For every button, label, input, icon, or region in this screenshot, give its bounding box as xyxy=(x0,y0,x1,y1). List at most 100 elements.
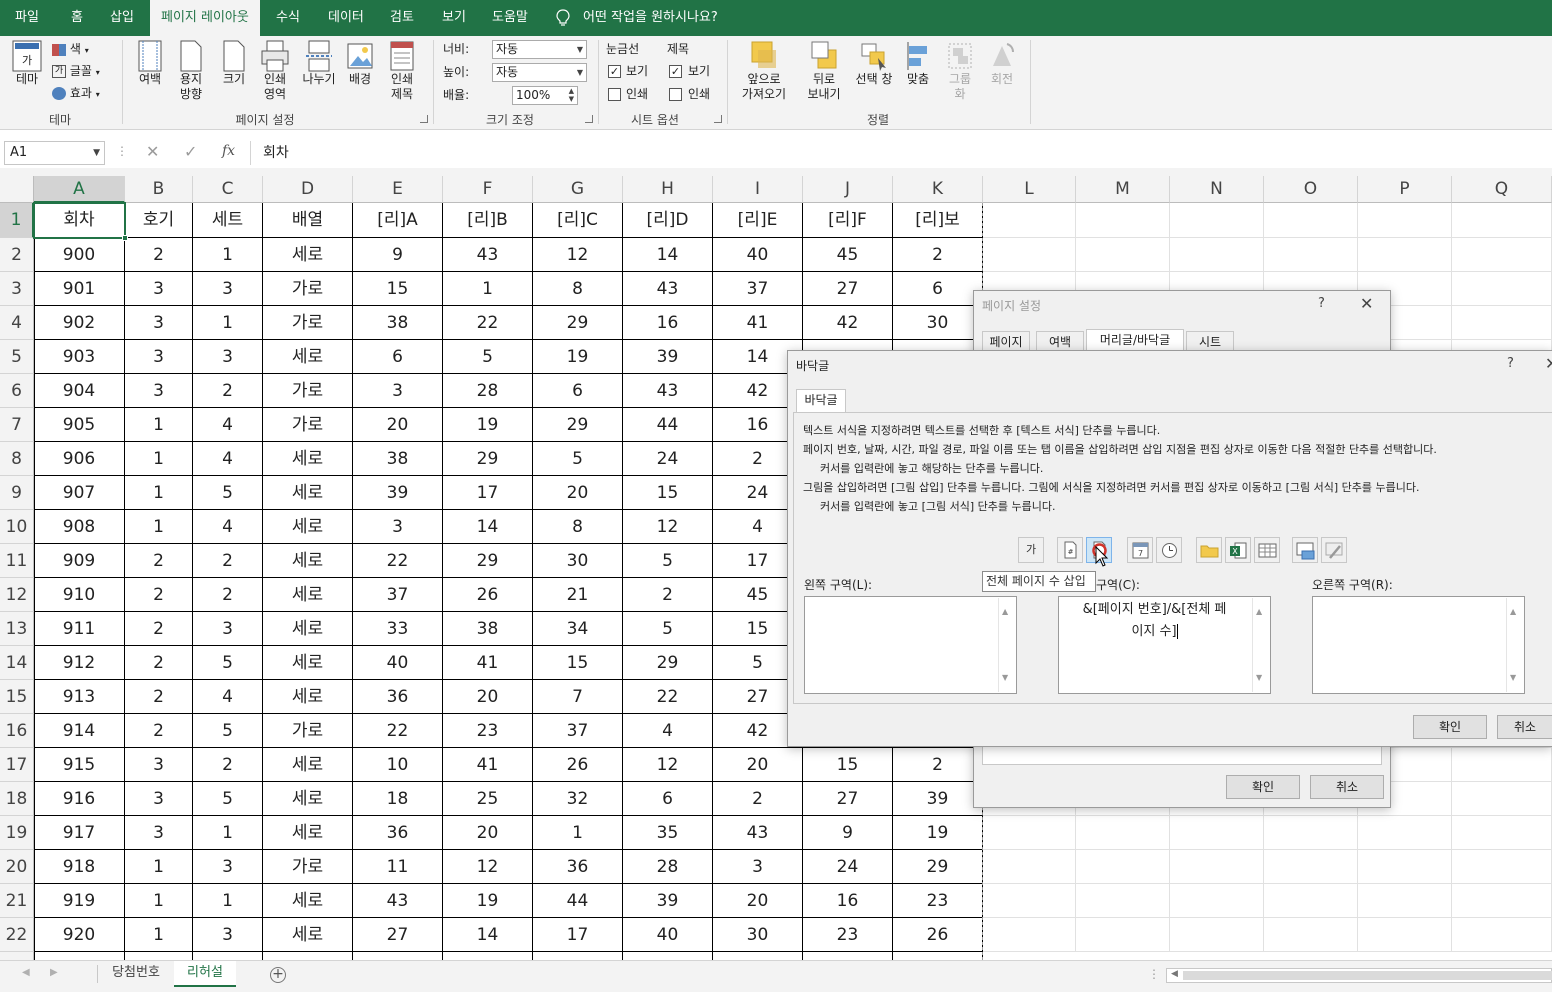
header-cell[interactable]: [리]B xyxy=(443,203,533,238)
left-section-input[interactable]: ▲ ▼ xyxy=(804,596,1017,694)
column-header[interactable]: Q xyxy=(1452,176,1552,203)
align-button[interactable]: 맞춤 xyxy=(901,40,935,87)
table-cell[interactable]: 2 xyxy=(125,646,193,680)
table-cell[interactable]: 43 xyxy=(713,816,803,850)
table-cell[interactable]: 34 xyxy=(533,612,623,646)
empty-cell[interactable] xyxy=(1170,884,1264,918)
row-header[interactable]: 21 xyxy=(0,884,34,918)
empty-cell[interactable] xyxy=(1452,918,1552,952)
row-header[interactable]: 4 xyxy=(0,306,34,340)
fill-handle[interactable] xyxy=(122,235,128,241)
row-header[interactable]: 9 xyxy=(0,476,34,510)
table-cell[interactable]: 3 xyxy=(125,272,193,306)
center-section-input[interactable]: &[페이지 번호]/&[전체 페 이지 수] ▲ ▼ xyxy=(1058,596,1271,694)
table-cell[interactable]: 27 xyxy=(803,782,893,816)
table-cell[interactable]: 17 xyxy=(533,918,623,952)
table-cell[interactable]: 5 xyxy=(443,340,533,374)
empty-cell[interactable] xyxy=(1076,884,1170,918)
empty-cell[interactable] xyxy=(1358,884,1452,918)
sheet-tab-rehearsal[interactable]: 리허설 xyxy=(174,961,236,987)
print-area-button[interactable]: 인쇄 영역 xyxy=(256,40,294,102)
header-cell[interactable]: 호기 xyxy=(125,203,193,238)
table-cell[interactable]: 1 xyxy=(125,510,193,544)
table-cell[interactable]: 12 xyxy=(533,238,623,272)
column-header[interactable]: P xyxy=(1358,176,1452,203)
table-cell[interactable]: 19 xyxy=(893,816,983,850)
table-cell[interactable]: 3 xyxy=(193,612,263,646)
column-header[interactable]: B xyxy=(125,176,193,203)
table-cell[interactable]: 20 xyxy=(443,816,533,850)
table-cell[interactable]: 43 xyxy=(443,238,533,272)
send-backward-button[interactable]: 뒤로 보내기 xyxy=(800,40,848,102)
headings-print-checkbox[interactable] xyxy=(669,88,682,101)
table-cell[interactable]: 35 xyxy=(623,816,713,850)
table-cell[interactable] xyxy=(443,952,533,960)
table-cell[interactable]: 2 xyxy=(125,238,193,272)
table-cell[interactable]: 37 xyxy=(713,272,803,306)
table-cell[interactable]: 902 xyxy=(34,306,125,340)
table-cell[interactable]: 20 xyxy=(713,748,803,782)
empty-cell[interactable] xyxy=(1170,918,1264,952)
table-cell[interactable]: 20 xyxy=(353,408,443,442)
table-cell[interactable]: 27 xyxy=(803,272,893,306)
column-header[interactable]: J xyxy=(803,176,893,203)
table-cell[interactable]: 18 xyxy=(353,782,443,816)
table-cell[interactable]: 1 xyxy=(193,238,263,272)
format-picture-button[interactable] xyxy=(1321,537,1347,563)
table-cell[interactable]: 904 xyxy=(34,374,125,408)
table-cell[interactable]: 919 xyxy=(34,884,125,918)
table-cell[interactable]: 4 xyxy=(193,408,263,442)
table-cell[interactable] xyxy=(533,952,623,960)
table-cell[interactable]: 42 xyxy=(803,306,893,340)
header-cell[interactable]: 배열 xyxy=(263,203,353,238)
table-cell[interactable]: 1 xyxy=(193,306,263,340)
table-cell[interactable]: 5 xyxy=(193,714,263,748)
table-cell[interactable]: 5 xyxy=(623,612,713,646)
table-cell[interactable]: 39 xyxy=(623,884,713,918)
empty-cell[interactable] xyxy=(1452,272,1552,306)
column-header[interactable]: K xyxy=(893,176,983,203)
table-cell[interactable]: 3 xyxy=(125,340,193,374)
column-header[interactable]: D xyxy=(263,176,353,203)
headings-view-checkbox[interactable]: ✓ xyxy=(669,65,682,78)
table-cell[interactable]: 20 xyxy=(533,476,623,510)
table-cell[interactable] xyxy=(34,952,125,960)
empty-cell[interactable] xyxy=(983,918,1076,952)
table-cell[interactable]: 38 xyxy=(353,442,443,476)
table-cell[interactable]: 세로 xyxy=(263,646,353,680)
column-header[interactable]: O xyxy=(1264,176,1358,203)
table-cell[interactable]: 900 xyxy=(34,238,125,272)
table-cell[interactable]: 908 xyxy=(34,510,125,544)
table-cell[interactable]: 19 xyxy=(533,340,623,374)
page-setup-launcher-icon[interactable] xyxy=(420,115,428,123)
table-cell[interactable]: 1 xyxy=(193,816,263,850)
table-cell[interactable]: 12 xyxy=(623,748,713,782)
insert-file-name-button[interactable]: X xyxy=(1225,537,1251,563)
table-cell[interactable]: 14 xyxy=(443,918,533,952)
table-cell[interactable]: 916 xyxy=(34,782,125,816)
table-cell[interactable]: 2 xyxy=(193,374,263,408)
column-header[interactable]: A xyxy=(34,176,125,203)
column-header[interactable]: L xyxy=(983,176,1076,203)
table-cell[interactable]: 8 xyxy=(533,272,623,306)
empty-cell[interactable] xyxy=(1452,816,1552,850)
empty-cell[interactable] xyxy=(1170,238,1264,272)
table-cell[interactable]: 29 xyxy=(533,408,623,442)
row-header[interactable]: 3 xyxy=(0,272,34,306)
header-cell[interactable]: [리]D xyxy=(623,203,713,238)
table-cell[interactable]: 40 xyxy=(713,238,803,272)
table-cell[interactable]: 세로 xyxy=(263,544,353,578)
table-cell[interactable]: 3 xyxy=(125,748,193,782)
table-cell[interactable]: 22 xyxy=(353,714,443,748)
table-cell[interactable]: 22 xyxy=(623,680,713,714)
table-cell[interactable]: 세로 xyxy=(263,884,353,918)
table-cell[interactable]: 2 xyxy=(193,544,263,578)
table-cell[interactable]: 920 xyxy=(34,918,125,952)
vertical-scrollbar[interactable]: ▲ ▼ xyxy=(998,598,1015,692)
empty-cell[interactable] xyxy=(1264,918,1358,952)
table-cell[interactable]: 910 xyxy=(34,578,125,612)
table-cell[interactable]: 4 xyxy=(623,714,713,748)
table-cell[interactable]: 911 xyxy=(34,612,125,646)
table-cell[interactable]: 41 xyxy=(713,306,803,340)
table-cell[interactable]: 세로 xyxy=(263,782,353,816)
